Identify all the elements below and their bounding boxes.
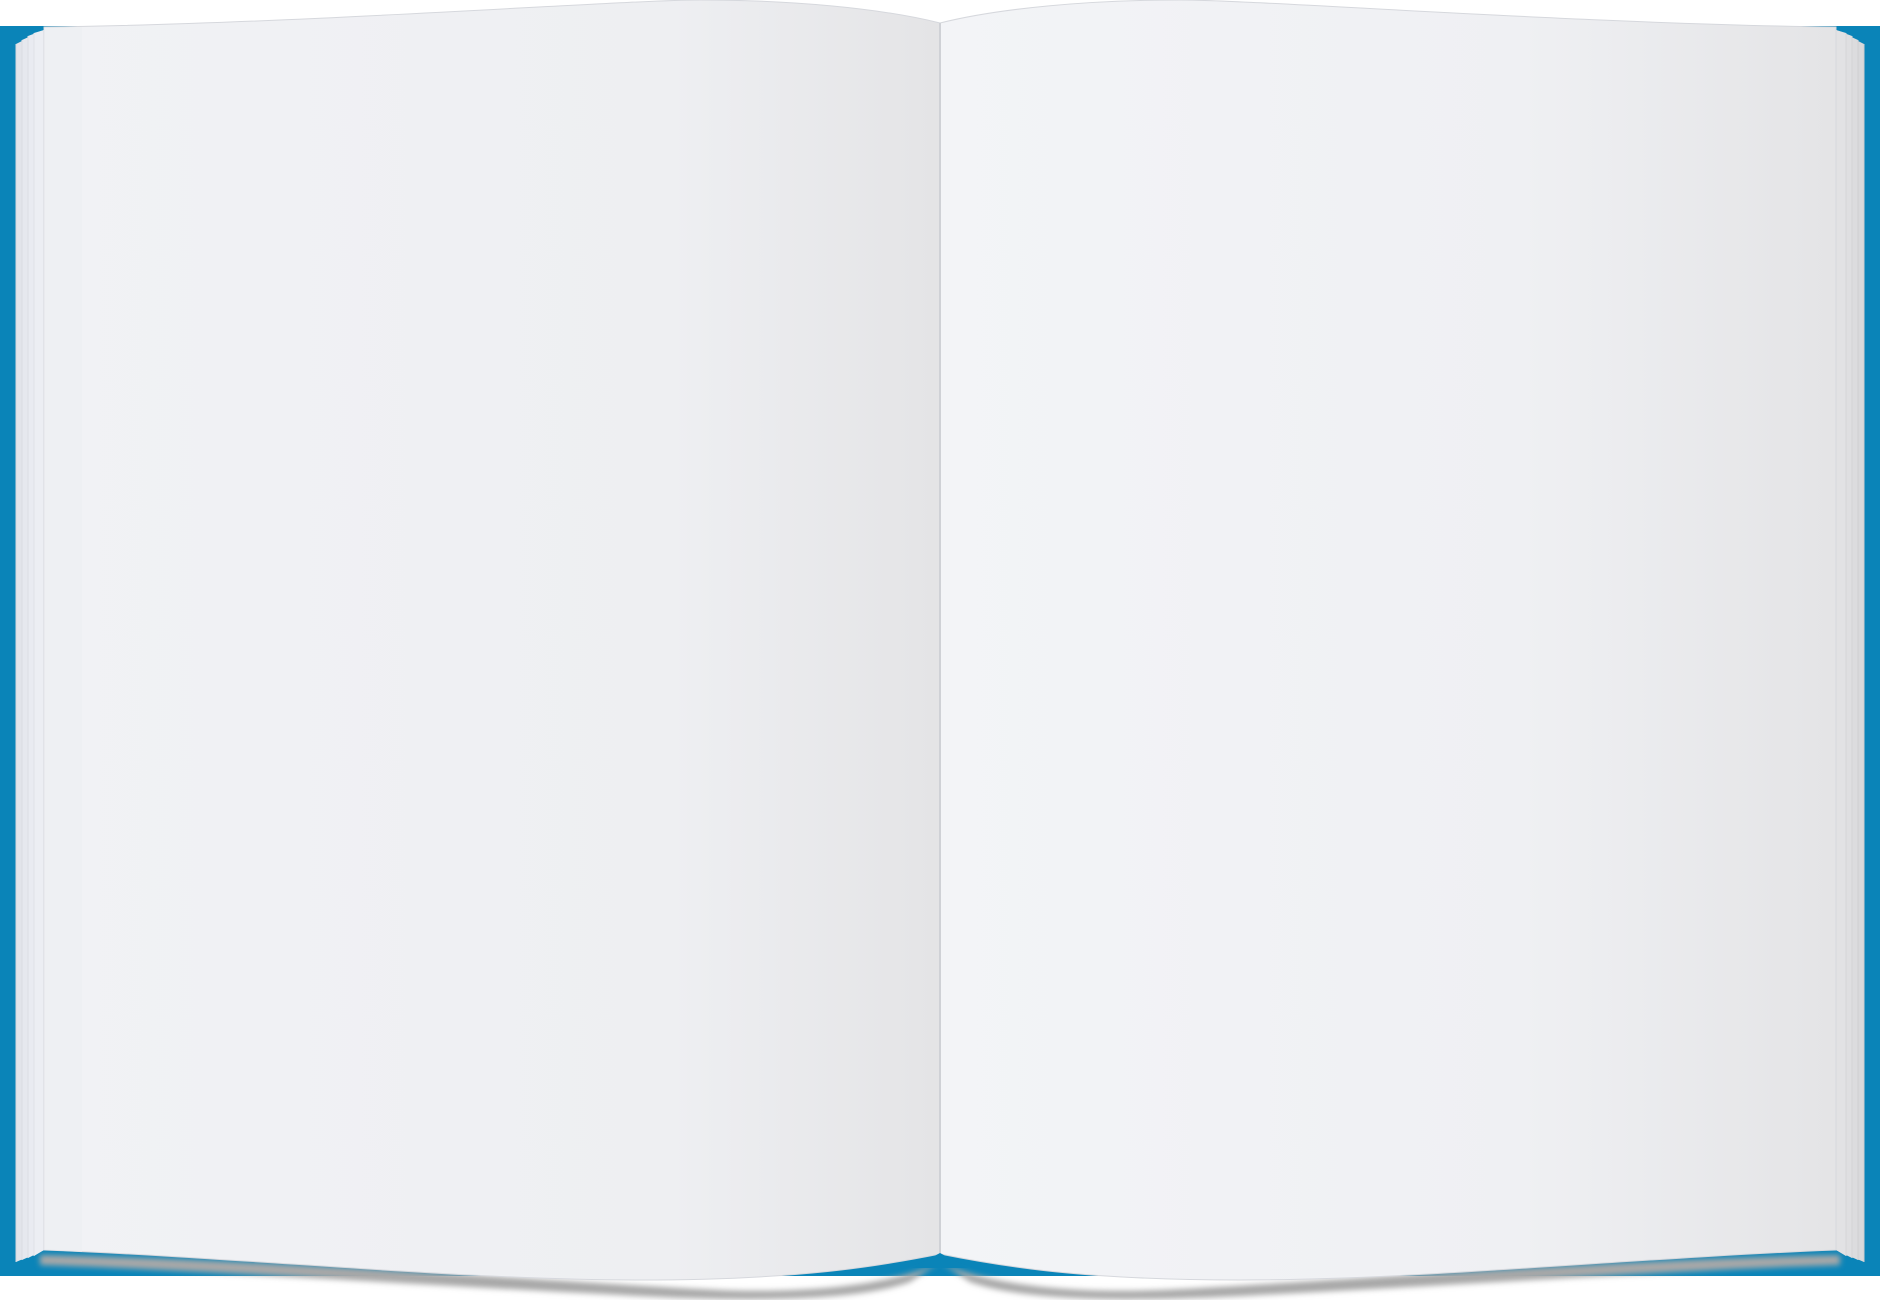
right-page-edges xyxy=(1836,30,1865,1262)
open-book xyxy=(0,0,1880,1300)
left-page xyxy=(43,0,941,1281)
right-page xyxy=(939,0,1837,1281)
left-page-edges xyxy=(15,30,44,1262)
left-page-margin-shade xyxy=(44,27,82,1252)
